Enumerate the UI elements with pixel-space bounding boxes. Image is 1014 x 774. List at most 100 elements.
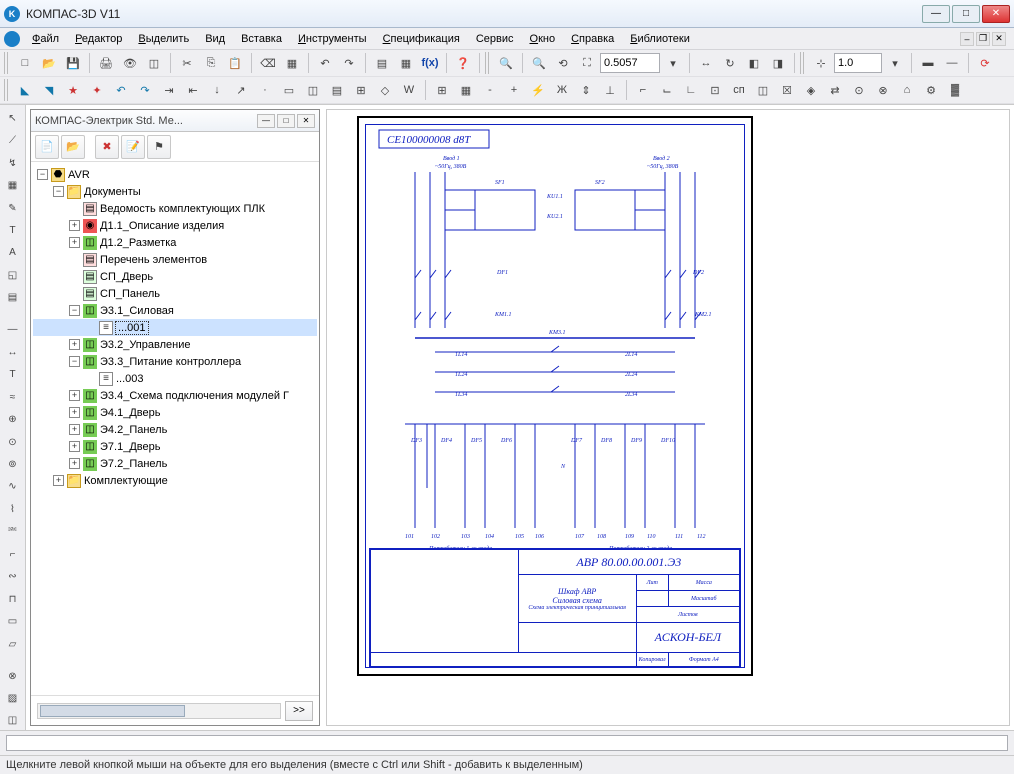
tree-item[interactable]: +◫Э3.2_Управление	[33, 336, 317, 353]
toolbar-grip[interactable]	[485, 52, 491, 74]
menu-view[interactable]: Вид	[197, 31, 233, 47]
close-button[interactable]: ✕	[982, 5, 1010, 23]
tree-item[interactable]: −◫Э3.1_Силовая	[33, 302, 317, 319]
preview-button[interactable]: 👁	[119, 52, 141, 74]
tool-btn[interactable]: ⊡	[704, 79, 726, 101]
new-button[interactable]: □	[14, 52, 36, 74]
zoom-window-button[interactable]: 🔍	[528, 52, 550, 74]
tool-btn[interactable]: ▭	[3, 612, 23, 630]
rotate-button[interactable]: ↻	[719, 52, 741, 74]
save-button[interactable]: 💾	[62, 52, 84, 74]
zoom-dropdown[interactable]: ▾	[662, 52, 684, 74]
tool-btn[interactable]: ↓	[206, 79, 228, 101]
tool-btn[interactable]: ⊙	[3, 433, 23, 451]
scale-input[interactable]	[834, 53, 882, 73]
tree-item[interactable]: +◫Э7.1_Дверь	[33, 438, 317, 455]
print-button[interactable]: 🖨	[95, 52, 117, 74]
tree-item[interactable]: +◫Э4.1_Дверь	[33, 404, 317, 421]
tool-btn[interactable]: ∾	[3, 568, 23, 586]
tool-btn[interactable]: ↷	[134, 79, 156, 101]
tool-btn[interactable]: ⇄	[824, 79, 846, 101]
menu-libs[interactable]: Библиотеки	[622, 31, 698, 47]
tool-btn[interactable]: ▤	[371, 52, 393, 74]
tree-item-selected[interactable]: ≡...001	[33, 319, 317, 336]
scale-dropdown[interactable]: ▾	[884, 52, 906, 74]
tree-open[interactable]: 📂	[61, 135, 85, 159]
command-input[interactable]	[6, 735, 1008, 751]
tool-btn[interactable]: ∿	[3, 478, 23, 496]
tree-del[interactable]: ✖	[95, 135, 119, 159]
tree-item[interactable]: ≡...003	[33, 370, 317, 387]
tool-btn[interactable]: ◣	[14, 79, 36, 101]
tool-btn[interactable]: ⌐	[632, 79, 654, 101]
tool-btn[interactable]: ☒	[776, 79, 798, 101]
menu-select[interactable]: Выделить	[130, 31, 197, 47]
tool-btn[interactable]: ◫	[302, 79, 324, 101]
tool-btn[interactable]: ≈	[3, 388, 23, 406]
tree-go-button[interactable]: >>	[285, 701, 313, 721]
linetype-btn[interactable]: —	[941, 52, 963, 74]
tree-add[interactable]: 📝	[121, 135, 145, 159]
tree-opts[interactable]: ⚑	[147, 135, 171, 159]
toolbar-grip[interactable]	[800, 52, 806, 74]
tool-btn[interactable]: ⊕	[3, 410, 23, 428]
tree-maximize[interactable]: □	[277, 114, 295, 128]
tool-btn[interactable]: ◫	[752, 79, 774, 101]
tree-new[interactable]: 📄	[35, 135, 59, 159]
tool-btn[interactable]: ◱	[3, 266, 23, 284]
tree-item[interactable]: +◫Э3.4_Схема подключения модулей Г	[33, 387, 317, 404]
tool-btn[interactable]: ▦	[281, 52, 303, 74]
tree-item[interactable]: ▤Ведомость комплектующих ПЛК	[33, 200, 317, 217]
tool-btn[interactable]: ⟋	[3, 131, 23, 149]
tool-btn[interactable]: ◫	[143, 52, 165, 74]
tool-btn[interactable]: ◈	[800, 79, 822, 101]
tool-btn[interactable]: ⊚	[3, 455, 23, 473]
tool-btn[interactable]: ⚙	[920, 79, 942, 101]
tool-btn[interactable]: ⊞	[431, 79, 453, 101]
tool-btn[interactable]: ✎	[3, 199, 23, 217]
menu-help[interactable]: Справка	[563, 31, 622, 47]
zoom-all-button[interactable]: ⛶	[576, 52, 598, 74]
tool-btn[interactable]: A	[3, 244, 23, 262]
tool-btn[interactable]: ▓	[944, 79, 966, 101]
menu-editor[interactable]: Редактор	[67, 31, 130, 47]
tree-item[interactable]: +◫Э7.2_Панель	[33, 455, 317, 472]
tool-btn[interactable]: ⌇	[3, 500, 23, 518]
tool-btn[interactable]: ▱	[3, 635, 23, 653]
tool-btn[interactable]: ◥	[38, 79, 60, 101]
minimize-button[interactable]: —	[922, 5, 950, 23]
tool-btn[interactable]: ⊓	[3, 590, 23, 608]
tool-btn[interactable]: W	[398, 79, 420, 101]
tree-node-avr[interactable]: −⬣AVR	[33, 166, 317, 183]
undo-button[interactable]: ↶	[314, 52, 336, 74]
tool-btn[interactable]: ◨	[767, 52, 789, 74]
mdi-restore[interactable]: ❐	[976, 32, 990, 46]
tool-btn[interactable]: ↗	[230, 79, 252, 101]
tool-btn[interactable]: ·	[254, 79, 276, 101]
tool-btn[interactable]: сп	[728, 79, 750, 101]
tool-btn[interactable]: ▦	[395, 52, 417, 74]
tool-btn[interactable]: ✦	[86, 79, 108, 101]
tree-item[interactable]: ▤Перечень элементов	[33, 251, 317, 268]
tool-btn[interactable]: ▦	[3, 176, 23, 194]
tool-btn[interactable]: ★	[62, 79, 84, 101]
tool-btn[interactable]: ↖	[3, 109, 23, 127]
tool-btn[interactable]: ⊥	[599, 79, 621, 101]
redo-button[interactable]: ↷	[338, 52, 360, 74]
tool-btn[interactable]: -	[479, 79, 501, 101]
toolbar-grip[interactable]	[4, 79, 10, 101]
tree-item[interactable]: ▤СП_Панель	[33, 285, 317, 302]
color-btn[interactable]: ▬	[917, 52, 939, 74]
tool-btn[interactable]: ⚡	[527, 79, 549, 101]
tree-close[interactable]: ✕	[297, 114, 315, 128]
tool-btn[interactable]: ↶	[110, 79, 132, 101]
tool-btn[interactable]: ▦	[455, 79, 477, 101]
tree-item[interactable]: +◫Э4.2_Панель	[33, 421, 317, 438]
tool-btn[interactable]: ⇥	[158, 79, 180, 101]
tool-btn[interactable]: ◧	[743, 52, 765, 74]
tool-btn[interactable]: ▭	[278, 79, 300, 101]
snap-button[interactable]: ⊹	[810, 52, 832, 74]
menu-tools[interactable]: Инструменты	[290, 31, 375, 47]
tool-btn[interactable]: ↯	[3, 154, 23, 172]
tool-btn[interactable]: ⌂	[896, 79, 918, 101]
